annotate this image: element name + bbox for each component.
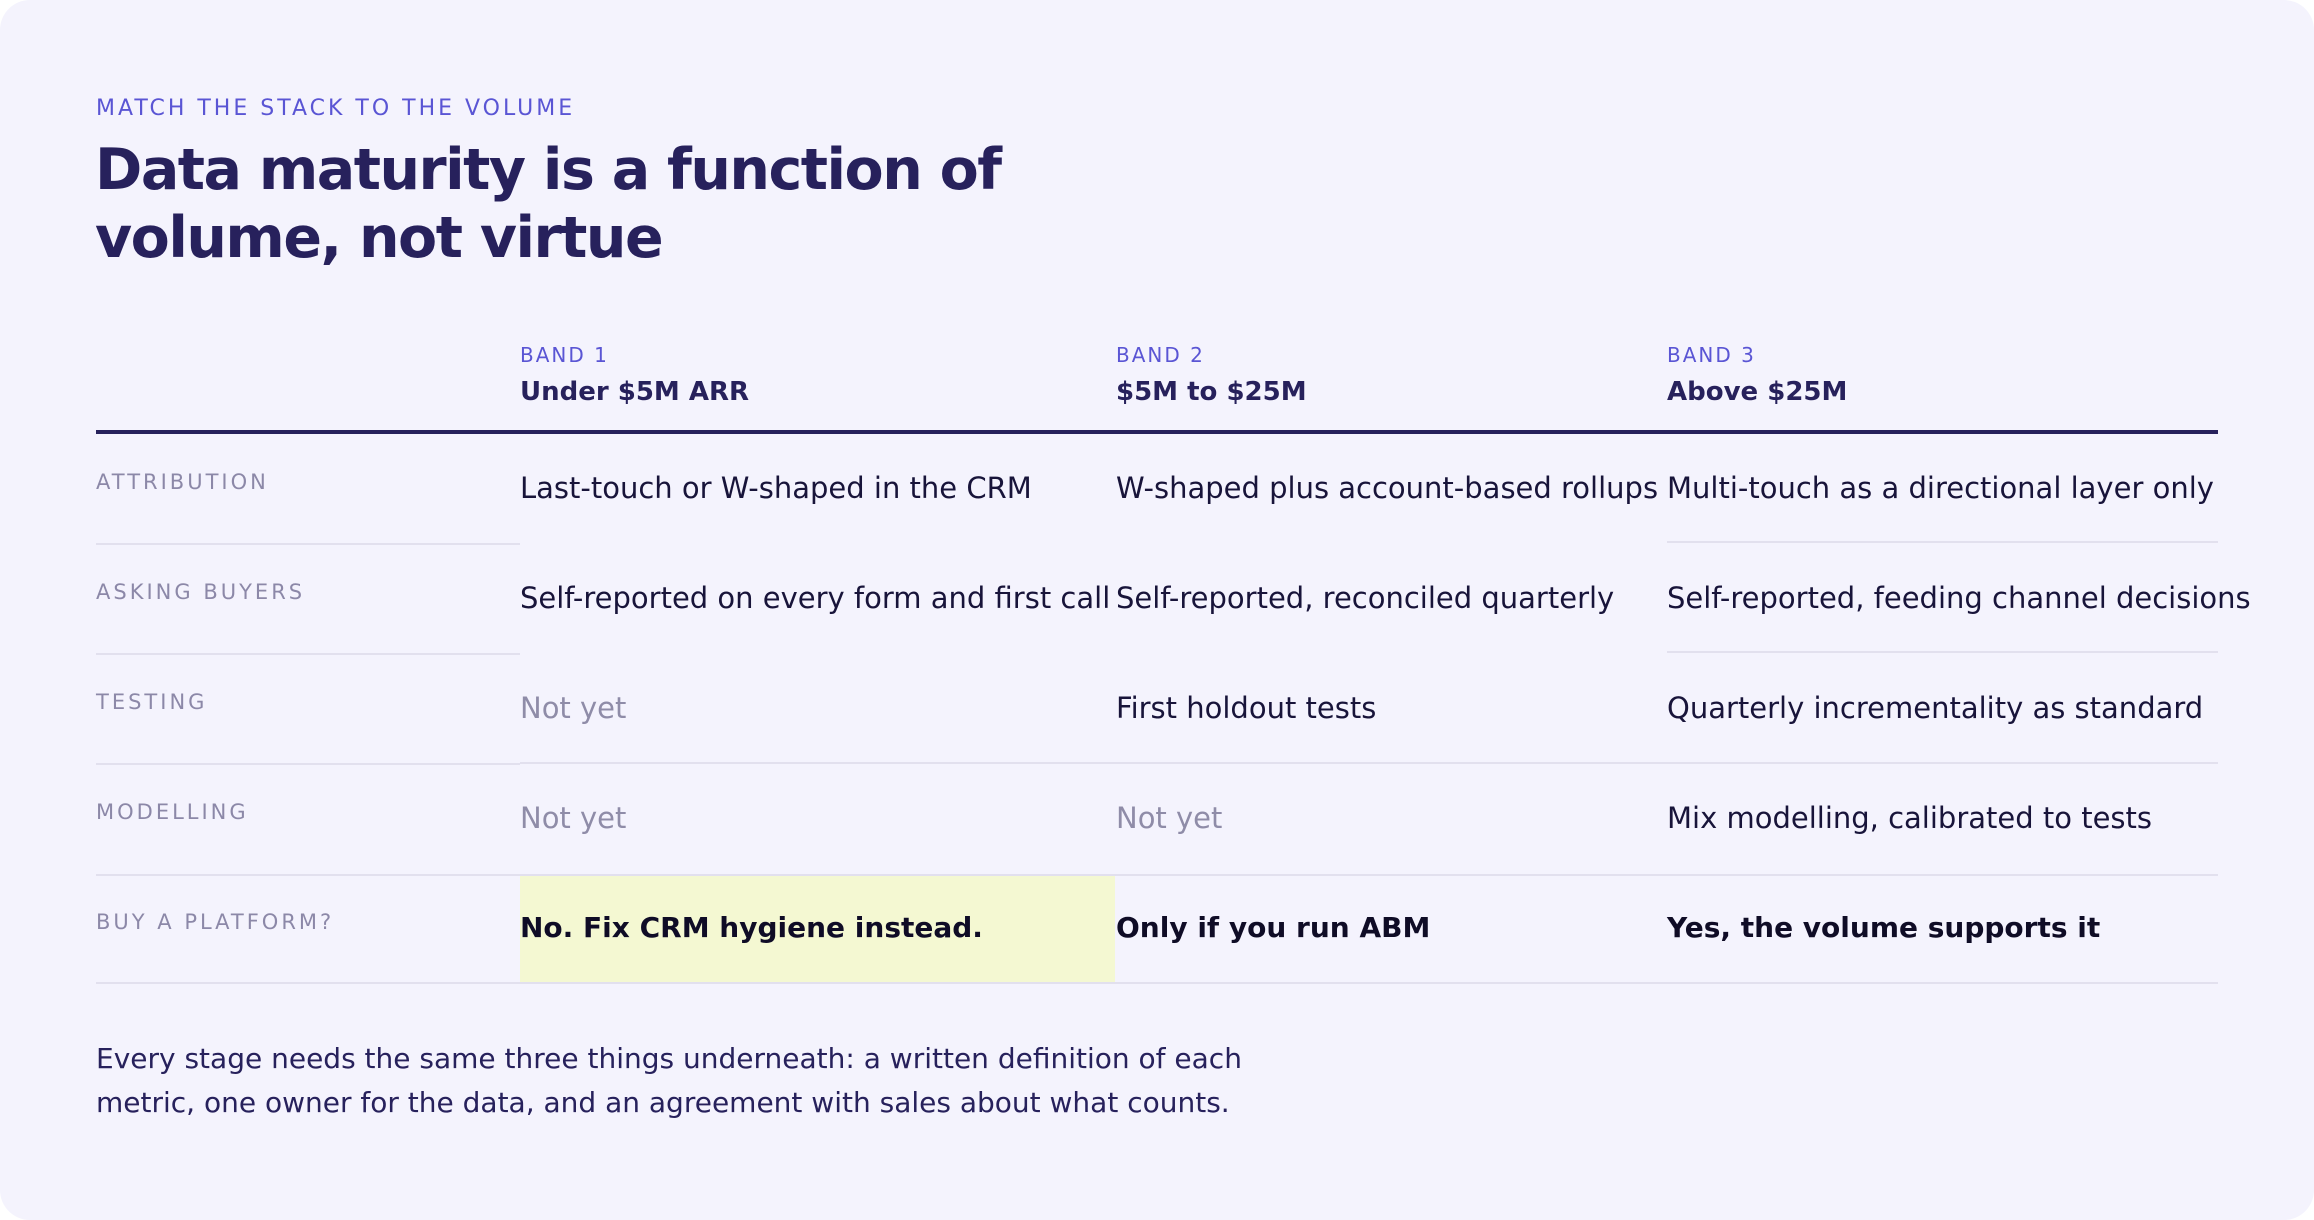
row-divider	[96, 982, 2218, 984]
row-label-testing: TESTING	[96, 690, 208, 714]
cell-asking-buyers-band-3: Self-reported, feeding channel decisions	[1667, 581, 2251, 615]
cell-buy-a-platform-band-3: Yes, the volume supports it	[1667, 911, 2101, 944]
band-2-name: $5M to $25M	[1116, 377, 1307, 407]
footnote: Every stage needs the same three things …	[96, 1042, 1242, 1119]
cell-attribution-band-2: W-shaped plus account-based rollups	[1116, 471, 1659, 505]
row-label-buy-a-platform: BUY A PLATFORM?	[96, 910, 335, 934]
row-divider	[520, 762, 2218, 764]
cell-modelling-band-2: Not yet	[1116, 801, 1223, 835]
cell-attribution-band-3: Multi-touch as a directional layer only	[1667, 471, 2214, 505]
band-3-header: BAND 3 Above $25M	[1667, 342, 1847, 408]
cell-asking-buyers-band-2: Self-reported, reconciled quarterly	[1116, 581, 1615, 615]
cell-testing-band-3: Quarterly incrementality as standard	[1667, 691, 2204, 725]
row-divider	[1667, 651, 2218, 653]
band-1-header: BAND 1 Under $5M ARR	[520, 342, 749, 408]
slide-card: MATCH THE STACK TO THE VOLUME Data matur…	[0, 0, 2314, 1220]
band-2-number: BAND 2	[1116, 343, 1205, 367]
cell-attribution-band-1: Last-touch or W-shaped in the CRM	[520, 471, 1032, 505]
cell-buy-a-platform-band-1: No. Fix CRM hygiene instead.	[520, 911, 983, 944]
cell-testing-band-2: First holdout tests	[1116, 691, 1377, 725]
row-divider	[96, 543, 520, 545]
eyebrow-label: MATCH THE STACK TO THE VOLUME	[96, 96, 576, 121]
row-label-attribution: ATTRIBUTION	[96, 470, 269, 494]
row-divider	[1667, 541, 2218, 543]
header-divider	[96, 430, 2218, 434]
row-divider	[96, 653, 520, 655]
row-divider	[96, 763, 520, 765]
band-2-header: BAND 2 $5M to $25M	[1116, 342, 1307, 408]
row-divider	[96, 874, 2218, 876]
cell-asking-buyers-band-1: Self-reported on every form and first ca…	[520, 581, 1111, 615]
cell-modelling-band-1: Not yet	[520, 801, 627, 835]
row-label-modelling: MODELLING	[96, 800, 249, 824]
cell-testing-band-1: Not yet	[520, 691, 627, 725]
cell-buy-a-platform-band-2: Only if you run ABM	[1116, 911, 1431, 944]
band-3-number: BAND 3	[1667, 343, 1756, 367]
cell-modelling-band-3: Mix modelling, calibrated to tests	[1667, 801, 2152, 835]
band-3-name: Above $25M	[1667, 377, 1848, 407]
band-1-name: Under $5M ARR	[520, 377, 750, 407]
page-title: Data maturity is a function of volume, n…	[95, 137, 1002, 271]
band-1-number: BAND 1	[520, 343, 609, 367]
row-label-asking-buyers: ASKING BUYERS	[96, 580, 306, 604]
